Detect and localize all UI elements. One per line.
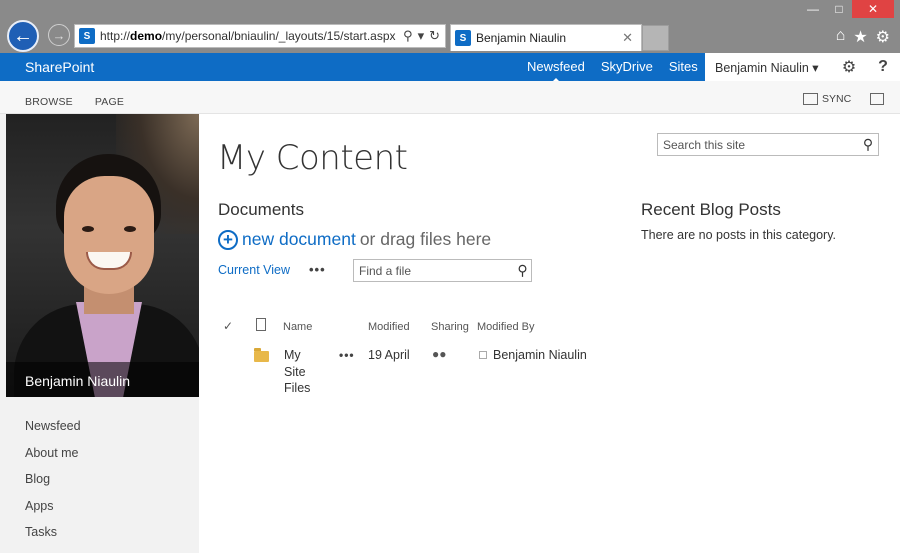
column-header-sharing[interactable]: Sharing: [431, 321, 469, 333]
nav-item-blog[interactable]: Blog: [25, 471, 81, 488]
address-url[interactable]: http://demo/my/personal/bniaulin/_layout…: [100, 29, 398, 43]
suite-nav-skydrive[interactable]: SkyDrive: [601, 59, 653, 74]
column-header-modified-by[interactable]: Modified By: [477, 321, 534, 333]
profile-photo[interactable]: [6, 114, 199, 397]
add-circle-icon[interactable]: +: [218, 229, 238, 250]
row-modified: 19 April: [368, 348, 410, 362]
sharepoint-favicon-icon: S: [455, 30, 471, 46]
current-view-link[interactable]: Current View: [218, 263, 290, 277]
minimize-icon[interactable]: —: [800, 0, 826, 18]
home-icon[interactable]: ⌂: [836, 27, 846, 47]
find-file-input[interactable]: [359, 263, 514, 278]
tab-title: Benjamin Niaulin: [476, 31, 567, 45]
blog-empty-message: There are no posts in this category.: [641, 228, 837, 242]
new-tab-button[interactable]: [642, 25, 669, 51]
suite-nav: Newsfeed SkyDrive Sites: [527, 59, 698, 83]
browser-chrome: — □ ✕ ← → S http://demo/my/personal/bnia…: [0, 0, 900, 53]
maximize-icon[interactable]: □: [826, 0, 852, 18]
window-controls: — □ ✕: [800, 0, 894, 18]
star-icon[interactable]: ★: [853, 27, 867, 47]
left-panel: Benjamin Niaulin Newsfeed About me Blog …: [0, 114, 199, 553]
refresh-icon[interactable]: ↻: [429, 28, 440, 44]
brand-link[interactable]: SharePoint: [25, 59, 94, 75]
nav-item-about-me[interactable]: About me: [25, 445, 81, 462]
focus-content-icon[interactable]: [870, 93, 884, 105]
suite-nav-sites[interactable]: Sites: [669, 59, 698, 74]
help-icon[interactable]: ?: [866, 58, 900, 76]
folder-icon: [254, 348, 269, 362]
view-more-button[interactable]: •••: [309, 262, 326, 277]
tab-page[interactable]: PAGE: [95, 96, 124, 108]
gear-icon[interactable]: ⚙: [876, 27, 890, 47]
shared-people-icon[interactable]: ●●: [432, 347, 447, 361]
suite-bar: SharePoint Newsfeed SkyDrive Sites Benja…: [0, 53, 900, 83]
nav-item-tasks[interactable]: Tasks: [25, 524, 81, 541]
settings-gear-icon[interactable]: ⚙: [832, 57, 866, 77]
find-file-box[interactable]: ⚲: [353, 259, 532, 282]
suite-nav-newsfeed[interactable]: Newsfeed: [527, 59, 585, 83]
search-icon[interactable]: ⚲: [403, 28, 413, 44]
documents-heading[interactable]: Documents: [218, 200, 304, 220]
row-modified-by[interactable]: Benjamin Niaulin: [493, 348, 587, 362]
column-header-modified[interactable]: Modified: [368, 321, 410, 333]
presence-indicator-icon: [479, 351, 487, 359]
recent-blog-posts-heading[interactable]: Recent Blog Posts: [641, 200, 781, 220]
tab-browse[interactable]: BROWSE: [25, 96, 73, 108]
sharepoint-favicon-icon: S: [79, 28, 95, 44]
search-icon[interactable]: ⚲: [858, 136, 878, 153]
sync-label: SYNC: [822, 93, 852, 105]
document-type-icon: [256, 318, 266, 331]
profile-name[interactable]: Benjamin Niaulin: [25, 373, 130, 389]
address-bar[interactable]: S http://demo/my/personal/bniaulin/_layo…: [74, 24, 446, 48]
select-all-check-icon[interactable]: ✓: [223, 319, 233, 333]
page-title: My Content: [217, 138, 408, 178]
new-document-link[interactable]: new document: [242, 229, 356, 250]
sync-button[interactable]: SYNC: [803, 93, 851, 105]
search-input[interactable]: [663, 137, 858, 152]
forward-arrow-icon[interactable]: →: [48, 24, 70, 46]
nav-item-apps[interactable]: Apps: [25, 498, 81, 515]
sync-icon: [803, 93, 818, 105]
tab-close-icon[interactable]: ✕: [622, 30, 641, 46]
user-menu[interactable]: Benjamin Niaulin ▾: [705, 60, 832, 75]
row-more-button[interactable]: •••: [339, 348, 355, 362]
quick-launch: Newsfeed About me Blog Apps Tasks: [25, 418, 81, 541]
ribbon: BROWSE PAGE SYNC: [0, 81, 900, 114]
drag-files-hint: or drag files here: [359, 229, 492, 249]
dropdown-icon[interactable]: ▾: [418, 28, 425, 44]
close-icon[interactable]: ✕: [852, 0, 894, 18]
search-site-box[interactable]: ⚲: [657, 133, 879, 156]
row-name-link[interactable]: My Site Files: [284, 347, 324, 397]
nav-item-newsfeed[interactable]: Newsfeed: [25, 418, 81, 435]
column-header-name[interactable]: Name: [283, 321, 312, 333]
back-arrow-icon[interactable]: ←: [7, 20, 39, 52]
search-icon[interactable]: ⚲: [514, 262, 531, 279]
new-document-area: + new document or drag files here: [218, 229, 491, 250]
browser-tab[interactable]: S Benjamin Niaulin ✕: [450, 24, 642, 51]
